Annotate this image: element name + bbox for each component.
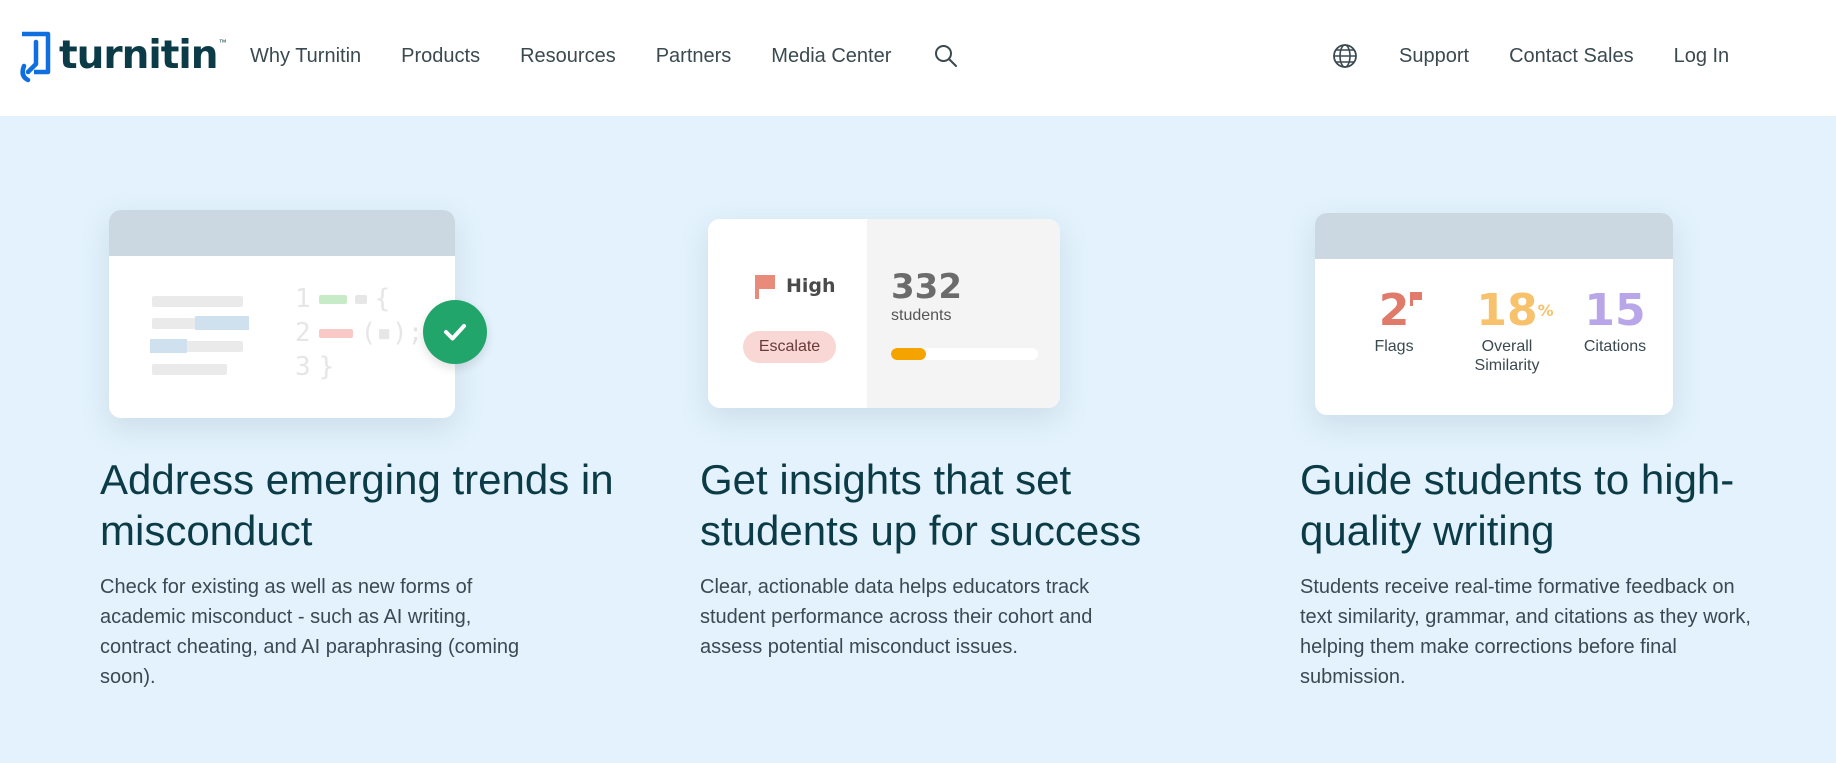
highlight-mark: [195, 316, 249, 330]
code-symbol: {: [374, 284, 391, 314]
student-count-label: students: [891, 307, 952, 324]
flag-icon: [1410, 292, 1423, 306]
stat-value: 2: [1379, 289, 1423, 333]
globe-icon[interactable]: [1331, 42, 1359, 70]
feature-illustration: High Escalate 332 students: [700, 200, 1220, 460]
nav-support[interactable]: Support: [1399, 45, 1469, 68]
search-icon[interactable]: [933, 43, 959, 69]
text-line: [152, 296, 243, 307]
code-line-1: 1 {: [295, 284, 390, 314]
feature-description: Check for existing as well as new forms …: [100, 576, 520, 688]
code-segment: [318, 328, 353, 338]
primary-nav: Why Turnitin Products Resources Partners…: [250, 0, 959, 112]
nav-contact-sales[interactable]: Contact Sales: [1509, 45, 1634, 68]
code-symbol: (▪);: [360, 318, 424, 348]
stat-flags: 2 Flags: [1359, 289, 1429, 356]
nav-partners[interactable]: Partners: [656, 45, 732, 68]
percent-sign: %: [1537, 301, 1554, 320]
site-header: turnitin ™ Why Turnitin Products Resourc…: [0, 0, 1836, 116]
code-segment: [318, 294, 347, 304]
stat-similarity: 18 % Overall Similarity: [1452, 289, 1562, 375]
student-stats-panel: 332 students: [867, 219, 1060, 408]
similarity-value: 18: [1476, 285, 1538, 336]
trademark-mark: ™: [218, 38, 227, 47]
flag-icon: [755, 275, 775, 299]
text-line: [152, 364, 227, 375]
card-header-bar: [1315, 213, 1673, 259]
line-number: 1: [295, 284, 311, 314]
nav-why-turnitin[interactable]: Why Turnitin: [250, 45, 361, 68]
escalate-button[interactable]: Escalate: [743, 331, 836, 363]
risk-panel: High Escalate: [708, 219, 867, 408]
student-count: 332: [891, 267, 962, 307]
line-number: 3: [295, 352, 311, 382]
feature-heading: Guide students to high-quality writing: [1300, 456, 1735, 554]
progress-bar: [891, 348, 1038, 360]
stat-label: Citations: [1583, 338, 1647, 355]
logo-wordmark: turnitin: [59, 32, 219, 78]
feature-heading: Address emerging trends in misconduct: [100, 456, 614, 554]
insights-card: High Escalate 332 students: [708, 219, 1060, 408]
code-check-card: 1 { 2 (▪); 3 }: [109, 210, 455, 418]
nav-log-in[interactable]: Log In: [1674, 45, 1730, 68]
feature-heading: Get insights that set students up for su…: [700, 456, 1142, 554]
turnitin-logo[interactable]: turnitin ™: [18, 28, 227, 84]
stat-citations: 15 Citations: [1565, 289, 1665, 356]
nav-resources[interactable]: Resources: [520, 45, 616, 68]
nav-products[interactable]: Products: [401, 45, 480, 68]
feature-writing: 2 Flags 18 % Overall Similarity 15 Citat…: [1300, 200, 1820, 688]
risk-label: High: [786, 275, 836, 297]
flags-count: 2: [1378, 285, 1410, 336]
code-line-3: 3 }: [295, 352, 334, 382]
utility-nav: Support Contact Sales Log In: [1331, 0, 1729, 112]
line-number: 2: [295, 318, 311, 348]
highlight-mark: [150, 339, 187, 353]
feature-misconduct: 1 { 2 (▪); 3 } Address emerging trends i…: [100, 200, 620, 688]
feedback-card: 2 Flags 18 % Overall Similarity 15 Citat…: [1315, 213, 1673, 415]
stat-value: 15: [1584, 285, 1646, 336]
feature-description: Clear, actionable data helps educators t…: [700, 576, 1093, 658]
stat-value: 18 %: [1476, 289, 1553, 333]
progress-fill: [891, 348, 927, 360]
stat-label: Overall Similarity: [1474, 338, 1540, 374]
turnitin-mark-icon: [20, 31, 51, 83]
code-line-2: 2 (▪);: [295, 318, 423, 348]
card-header-bar: [109, 210, 455, 256]
feature-illustration: 2 Flags 18 % Overall Similarity 15 Citat…: [1300, 200, 1820, 460]
feature-description: Students receive real-time formative fee…: [1300, 576, 1751, 688]
feature-insights: High Escalate 332 students Get insights …: [700, 200, 1220, 658]
risk-level: High: [752, 272, 836, 300]
code-symbol: }: [318, 352, 335, 382]
stat-label: Flags: [1374, 338, 1414, 355]
feature-illustration: 1 { 2 (▪); 3 }: [100, 200, 620, 460]
code-segment: [354, 294, 367, 304]
nav-media-center[interactable]: Media Center: [771, 45, 891, 68]
check-badge: [423, 300, 487, 364]
check-icon: [444, 324, 466, 341]
